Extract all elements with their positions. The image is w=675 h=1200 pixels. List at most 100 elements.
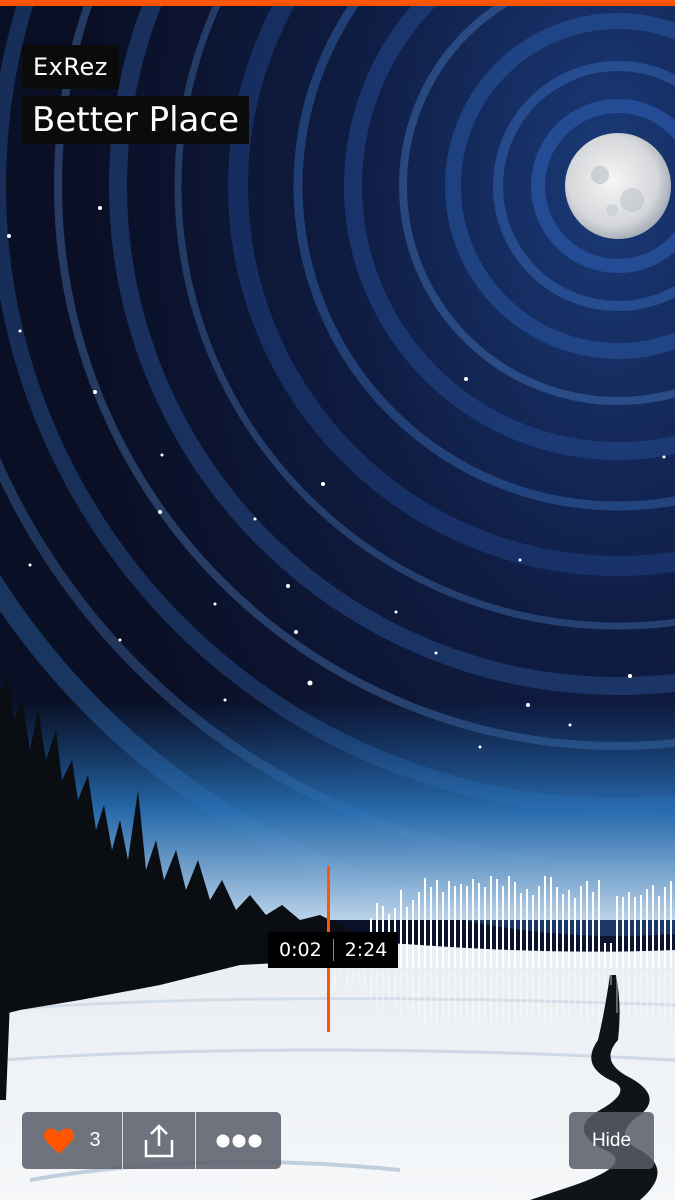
waveform-bar [442,892,444,968]
waveform-bar-reflection [586,970,588,1022]
hide-button[interactable]: Hide [569,1112,654,1169]
waveform-bar-reflection [400,970,402,1017]
waveform-bar [652,885,654,968]
waveform-bar-reflection [508,970,510,1025]
waveform-bar-reflection [412,970,414,1011]
heart-icon [44,1127,75,1154]
waveform-bar [586,881,588,968]
waveform-bar [478,883,480,968]
waveform-bar-reflection [592,970,594,1016]
waveform-bar-reflection [532,970,534,1014]
waveform-bar-reflection [442,970,444,1016]
more-dots-icon [216,1134,261,1147]
like-count: 3 [89,1129,101,1151]
waveform-bar [496,879,498,968]
waveform-bar [454,886,456,968]
waveform-bar [604,943,606,968]
waveform-bar [616,896,618,968]
waveform-bar-reflection [526,970,528,1017]
waveform-bar-reflection [448,970,450,1022]
waveform-bar-reflection [424,970,426,1024]
waveform-bar [430,887,432,968]
waveform-bar-reflection [430,970,432,1019]
waveform-bar-reflection [436,970,438,1023]
waveform-bar-reflection [670,970,672,1022]
waveform-bar [640,895,642,968]
more-options-button[interactable] [195,1112,281,1169]
waveform-bar-reflection [352,970,354,983]
waveform-bar [472,879,474,968]
waveform-bar-reflection [418,970,420,1016]
elapsed-time: 0:02 [279,939,322,961]
waveform-bar [664,887,666,968]
waveform-bar-reflection [466,970,468,1019]
waveform-bar-reflection [604,970,606,985]
waveform-bar-reflection [562,970,564,1014]
waveform-bar-reflection [574,970,576,1012]
waveform-bar [514,882,516,968]
waveform-bar-reflection [610,970,612,985]
waveform-bar-reflection [616,970,618,1013]
waveform-bar [634,897,636,968]
waveform-bar-reflection [454,970,456,1019]
waveform-bar [544,876,546,968]
waveform-bar [466,886,468,968]
waveform-bar-reflection [382,970,384,1007]
waveform-bar [508,876,510,968]
waveform-bar [568,890,570,968]
artist-name[interactable]: ExRez [22,45,119,89]
share-icon [144,1123,174,1157]
waveform-bar [412,900,414,968]
waveform-bar [448,881,450,968]
waveform-bar-reflection [622,970,624,1013]
waveform-bar-reflection [358,970,360,984]
waveform-bar-reflection [646,970,648,1017]
waveform-bar [610,943,612,968]
waveform-bar [520,893,522,968]
waveform-bar [400,890,402,968]
waveform-bar-reflection [550,970,552,1025]
waveform-bar-reflection [478,970,480,1021]
waveform-bar [562,894,564,968]
track-title: Better Place [22,96,250,144]
waveform-bar-reflection [580,970,582,1019]
waveform-bar-reflection [496,970,498,1023]
playback-progress-bar[interactable] [0,0,675,6]
waveform-bar-reflection [370,970,372,1000]
waveform-bar [574,898,576,968]
time-divider [332,939,334,961]
waveform-bar-reflection [388,970,390,1002]
waveform-bar-reflection [472,970,474,1023]
waveform-bar-reflection [514,970,516,1022]
waveform-bar-reflection [544,970,546,1025]
waveform-bar-reflection [598,970,600,1023]
waveform-bar-reflection [658,970,660,1013]
waveform-bar [592,892,594,968]
waveform-bar [418,892,420,968]
waveform-bar-reflection [406,970,408,1007]
waveform-bar-reflection [502,970,504,1019]
waveform-bar-reflection [490,970,492,1025]
time-readout: 0:02 2:24 [268,932,399,968]
waveform-bar-reflection [556,970,558,1019]
waveform-bar [484,887,486,968]
waveform-bar [622,897,624,968]
like-button[interactable]: 3 [22,1112,122,1169]
waveform-bar-reflection [364,970,366,986]
waveform-bar [436,880,438,968]
waveform-bar [532,895,534,968]
waveform-bar [646,889,648,968]
waveform-bar-reflection [520,970,522,1015]
waveform-bar-reflection [340,970,342,978]
waveform-bar-reflection [334,970,336,990]
waveform-bar [580,886,582,968]
waveform-bar [490,876,492,968]
waveform-bar-reflection [394,970,396,1006]
share-button[interactable] [122,1112,195,1169]
waveform-bar-reflection [484,970,486,1019]
waveform-bar-reflection [538,970,540,1019]
waveform-bar [526,889,528,968]
waveform-bar [628,892,630,968]
waveform-bar-reflection [634,970,636,1013]
waveform-bar [556,887,558,968]
